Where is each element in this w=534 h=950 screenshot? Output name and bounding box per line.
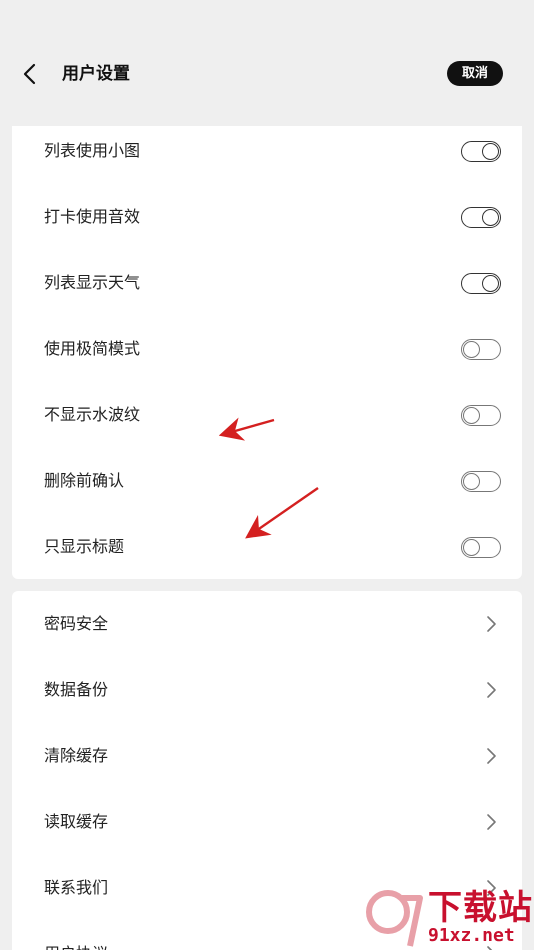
nav-item-read-cache[interactable]: 读取缓存 xyxy=(12,789,522,855)
page-title: 用户设置 xyxy=(62,64,130,84)
back-button[interactable] xyxy=(14,58,46,90)
toggle-knob xyxy=(482,143,499,160)
nav-item-clear-cache[interactable]: 清除缓存 xyxy=(12,723,522,789)
setting-label: 打卡使用音效 xyxy=(44,207,141,226)
toggle-switch[interactable] xyxy=(461,273,501,294)
setting-row-check-in-sound[interactable]: 打卡使用音效 xyxy=(12,184,522,250)
chevron-right-icon xyxy=(487,748,496,764)
cancel-button[interactable]: 取消 xyxy=(447,61,503,86)
nav-item-data-backup[interactable]: 数据备份 xyxy=(12,657,522,723)
setting-row-minimal-mode[interactable]: 使用极简模式 xyxy=(12,316,522,382)
toggle-switch[interactable] xyxy=(461,141,501,162)
nav-label: 联系我们 xyxy=(44,878,109,897)
nav-item-password-security[interactable]: 密码安全 xyxy=(12,591,522,657)
watermark-domain: 91xz.net xyxy=(428,925,515,946)
toggle-knob xyxy=(482,275,499,292)
setting-row-title-only[interactable]: 只显示标题 xyxy=(12,514,522,579)
toggle-switch[interactable] xyxy=(461,405,501,426)
setting-label: 列表使用小图 xyxy=(44,141,141,160)
setting-row-small-thumbnails[interactable]: 列表使用小图 xyxy=(12,126,522,184)
toggle-switch[interactable] xyxy=(461,207,501,228)
setting-row-hide-ripple[interactable]: 不显示水波纹 xyxy=(12,382,522,448)
setting-label: 不显示水波纹 xyxy=(44,405,141,424)
toggle-switch[interactable] xyxy=(461,537,501,558)
chevron-right-icon xyxy=(487,814,496,830)
setting-row-show-weather[interactable]: 列表显示天气 xyxy=(12,250,522,316)
watermark-mark-icon xyxy=(366,890,423,947)
nav-label: 用户协议 xyxy=(44,921,108,950)
toggle-knob xyxy=(463,407,480,424)
toggle-switch[interactable] xyxy=(461,471,501,492)
setting-label: 只显示标题 xyxy=(44,537,125,556)
nav-label: 密码安全 xyxy=(44,614,109,633)
setting-row-confirm-delete[interactable]: 删除前确认 xyxy=(12,448,522,514)
setting-label: 使用极简模式 xyxy=(44,339,141,358)
setting-label: 列表显示天气 xyxy=(44,273,141,292)
chevron-right-icon xyxy=(487,682,496,698)
nav-label: 清除缓存 xyxy=(44,746,109,765)
toggle-knob xyxy=(482,209,499,226)
toggle-knob xyxy=(463,341,480,358)
setting-label: 删除前确认 xyxy=(44,471,125,490)
watermark-title: 下载站 xyxy=(428,888,533,928)
toggle-knob xyxy=(463,539,480,556)
chevron-left-icon xyxy=(23,63,36,85)
toggle-knob xyxy=(463,473,480,490)
nav-label: 读取缓存 xyxy=(44,812,109,831)
toggle-settings-card: 列表使用小图 打卡使用音效 列表显示天气 使用极简模式 不显示水波纹 删除前确认… xyxy=(12,126,522,579)
header-bar: 用户设置 取消 xyxy=(0,0,534,126)
toggle-switch[interactable] xyxy=(461,339,501,360)
chevron-right-icon xyxy=(487,616,496,632)
nav-label: 数据备份 xyxy=(44,680,109,699)
